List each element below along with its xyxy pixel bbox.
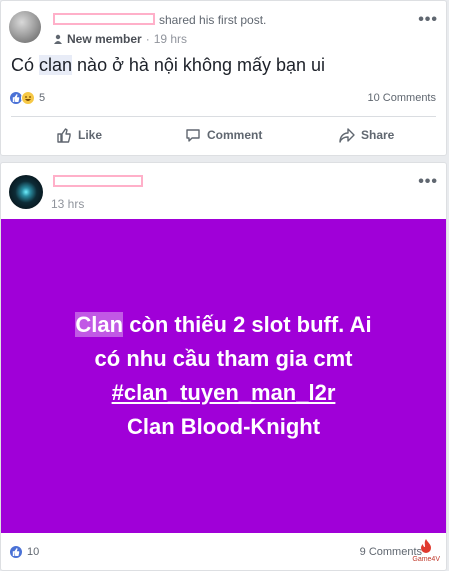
author-avatar[interactable]: [9, 11, 41, 43]
reaction-count[interactable]: 10: [27, 546, 39, 558]
post-card: shared his first post. New member · 19 h…: [0, 0, 447, 156]
post-card: 13 hrs ••• Clan còn thiếu 2 slot buff. A…: [0, 162, 447, 571]
post-text: Có clan nào ở hà nội không mấy bạn ui: [11, 55, 326, 75]
image-text-line: Clan Blood-Knight: [126, 414, 321, 439]
haha-reaction-icon[interactable]: [21, 91, 35, 105]
comments-count[interactable]: 10 Comments: [368, 92, 436, 104]
like-reaction-icon[interactable]: [9, 545, 23, 559]
reactions-row: 10 9 Comments: [1, 545, 446, 559]
image-text-line: Clan còn thiếu 2 slot buff. Ai: [75, 312, 372, 337]
comment-button[interactable]: Comment: [185, 125, 262, 145]
post-time[interactable]: 13 hrs: [51, 197, 84, 211]
redacted-author-name: [53, 175, 143, 187]
like-button[interactable]: Like: [56, 125, 102, 145]
member-badge-icon: [54, 34, 62, 44]
share-icon: [339, 128, 355, 143]
divider: [11, 116, 436, 117]
watermark-logo: Game4V: [412, 539, 440, 564]
highlight-word: clan: [39, 55, 73, 75]
reaction-count[interactable]: 5: [39, 92, 45, 104]
post-image[interactable]: Clan còn thiếu 2 slot buff. Ai có nhu cầ…: [1, 219, 446, 533]
flame-icon: [421, 539, 432, 553]
reactions-row: 5 10 Comments: [1, 91, 446, 105]
share-button[interactable]: Share: [339, 125, 394, 145]
thumbs-up-icon: [57, 128, 71, 143]
share-label: Share: [361, 128, 395, 142]
author-avatar[interactable]: [9, 175, 43, 209]
comment-label: Comment: [207, 128, 263, 142]
member-badge-label: New member: [67, 32, 142, 46]
more-options-icon[interactable]: •••: [418, 174, 438, 190]
image-text-line: có nhu cầu tham gia cmt: [94, 346, 353, 371]
post-meta: New member · 19 hrs: [53, 32, 187, 46]
post-header-action: shared his first post.: [159, 13, 267, 27]
post-time[interactable]: 19 hrs: [154, 32, 187, 46]
redacted-author-name: [53, 13, 155, 25]
meta-separator: ·: [145, 32, 150, 46]
more-options-icon[interactable]: •••: [418, 12, 438, 28]
image-hashtag[interactable]: #clan_tuyen_man_l2r: [112, 376, 336, 410]
like-label: Like: [78, 128, 103, 142]
comment-icon: [186, 129, 200, 142]
